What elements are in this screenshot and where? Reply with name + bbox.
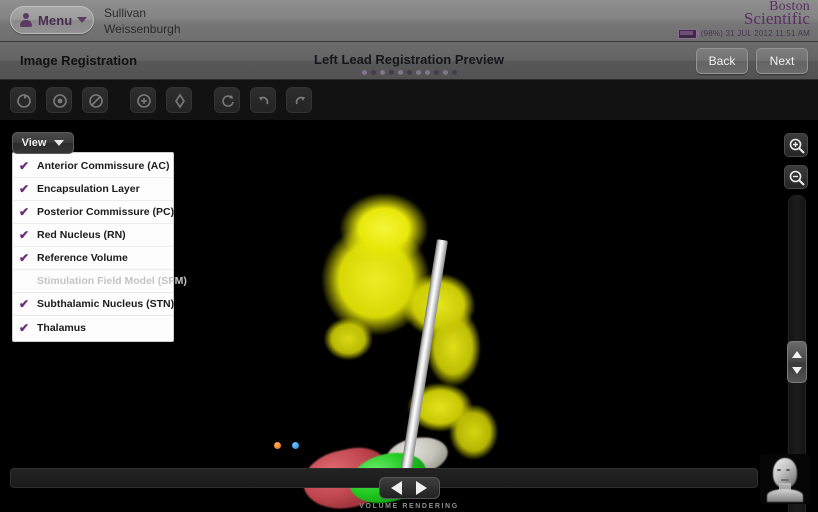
checkmark-icon: ✔ [19,182,30,196]
zoom-in-tool-button [130,87,156,113]
triangle-right-icon [416,481,427,495]
menu-button-label: Menu [38,12,73,28]
progress-dot [424,70,430,75]
checkmark-icon: ✔ [19,297,30,311]
layer-menu-item-label: Red Nucleus (RN) [37,229,126,241]
progress-dot [397,70,403,75]
navigation-buttons: Back Next [696,48,808,74]
application-window: Menu Sullivan Weissenburgh Boston Scient… [0,0,818,512]
layer-menu-item[interactable]: ✔ Reference Volume [13,247,173,270]
reset-view-button [82,87,108,113]
pan-button [46,87,72,113]
brand-logo-line2: Scientific [743,9,810,28]
progress-dot [451,70,457,75]
undo-icon [259,96,269,105]
volume-rendering-control: VOLUME RENDERING [0,477,818,510]
toolbar-group [130,87,192,113]
checkmark-icon: ✔ [19,228,30,242]
top-header-bar: Menu Sullivan Weissenburgh Boston Scient… [0,0,818,42]
rotate-button [10,87,36,113]
crosshair-button [166,87,192,113]
menu-button[interactable]: Menu [10,6,94,34]
thalamus-structure [300,182,510,394]
layer-menu-item[interactable]: ✔ Subthalamic Nucleus (STN) [13,293,175,316]
sub-header-bar: Image Registration Left Lead Registratio… [0,42,818,80]
triangle-left-icon [391,481,402,495]
patient-last-name: Weissenburgh [104,22,181,36]
brand-logo: Boston Scientific [743,0,810,28]
status-datetime-text: (98%) 31 JUL 2012 11:51 AM [700,29,810,38]
chevron-down-icon [54,140,65,146]
zoom-in-icon [789,138,805,154]
status-area: (98%) 31 JUL 2012 11:51 AM [677,28,810,39]
zoom-in-tool-icon [137,94,151,108]
view-dropdown-button[interactable]: View [12,132,74,154]
checkmark-icon: ✔ [19,159,30,173]
refresh-button [214,87,240,113]
progress-dot [406,70,412,75]
back-button[interactable]: Back [696,48,748,74]
layer-menu-item[interactable]: ✔ Encapsulation Layer [13,178,173,201]
next-button[interactable]: Next [756,48,808,74]
checkmark-icon: ✔ [19,320,30,335]
zoom-in-button[interactable] [784,133,808,157]
zoom-out-button[interactable] [784,165,808,189]
progress-dot [433,70,439,75]
reset-view-icon [89,94,103,108]
layer-menu-item-label: Stimulation Field Model (SFM) [37,275,187,287]
posterior-commissure-marker [292,442,299,449]
layer-menu-item[interactable]: ✔ Red Nucleus (RN) [13,224,173,247]
layer-menu-item-label: Posterior Commissure (PC) [37,206,175,218]
volume-rendering-stepper [378,477,440,499]
progress-dot [379,70,385,75]
toolbar-group [214,87,312,113]
slider-thumb[interactable] [787,341,807,383]
chevron-down-icon [77,17,88,23]
anterior-commissure-marker [274,442,281,449]
layer-menu-item[interactable]: ✔ Posterior Commissure (PC) [13,201,175,224]
volume-rendering-next-button[interactable] [411,481,433,495]
view-dropdown-label: View [21,137,47,149]
rotate-icon [17,94,31,108]
crosshair-icon [175,93,185,109]
toolbar-group [10,87,108,113]
layer-menu-item[interactable]: ✔ Anterior Commissure (AC) [13,155,173,178]
battery-icon [677,28,699,39]
zoom-out-icon [789,170,805,186]
pan-icon [53,94,67,108]
redo-button [286,87,312,113]
layer-menu-item-label: Reference Volume [37,252,128,264]
layer-menu-item: Stimulation Field Model (SFM) [13,270,187,293]
progress-dot [415,70,421,75]
progress-dot [370,70,376,75]
layer-menu-item-label: Encapsulation Layer [37,183,140,195]
arrow-up-icon [792,350,802,358]
progress-dot [388,70,394,75]
layer-menu-item-label: Subthalamic Nucleus (STN) [37,298,175,310]
progress-dot [361,70,367,75]
layer-menu-item-label: Anterior Commissure (AC) [37,160,170,172]
head-eye-left [777,469,781,471]
refresh-icon [222,95,234,107]
checkmark-icon: ✔ [19,205,30,219]
3d-viewport[interactable]: View ✔ Anterior Commissure (AC) ✔ Encapsula… [0,120,818,512]
person-icon [18,12,34,28]
head-eye-right [786,469,790,471]
arrow-down-icon [792,366,802,374]
redo-icon [295,96,305,105]
volume-rendering-prev-button[interactable] [386,481,408,495]
patient-first-name: Sullivan [104,6,147,20]
layer-menu-item-label: Thalamus [37,321,87,334]
checkmark-icon: ✔ [19,251,30,265]
patient-name: Sullivan Weissenburgh [104,5,181,37]
tool-toolbar [0,80,818,120]
layer-visibility-menu[interactable]: ✔ Anterior Commissure (AC) ✔ Encapsulation … [12,152,187,342]
volume-rendering-label: VOLUME RENDERING [359,503,459,510]
layer-menu-item[interactable]: ✔ Thalamus [13,316,173,339]
progress-dot [442,70,448,75]
undo-button [250,87,276,113]
